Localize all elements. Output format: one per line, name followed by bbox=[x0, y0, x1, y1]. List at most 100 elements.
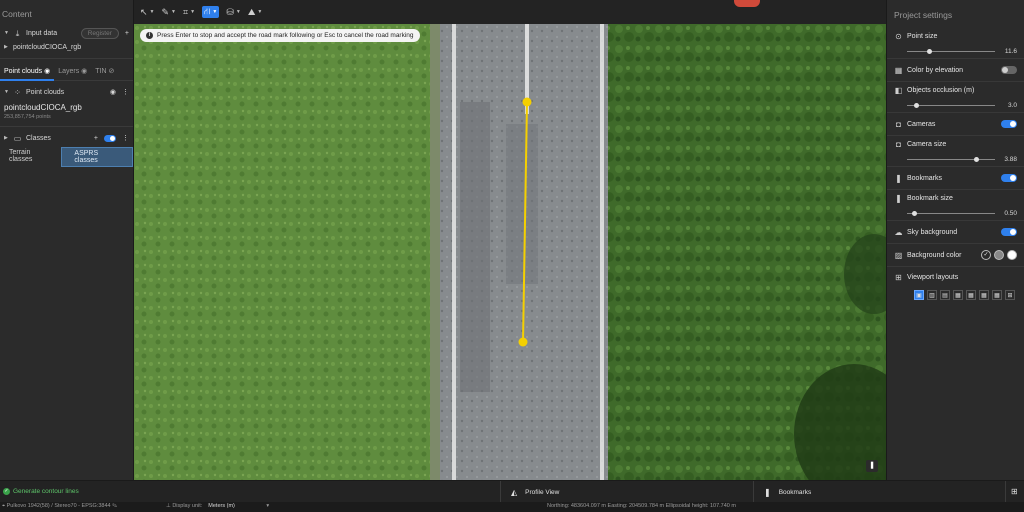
point-size-slider[interactable] bbox=[907, 48, 995, 54]
bookmarks-setting: ❚ Bookmarks bbox=[887, 167, 1024, 190]
layout-single[interactable]: ▣ bbox=[914, 290, 924, 300]
background-color-setting: ▨ Background color ✓ bbox=[887, 244, 1024, 267]
point-size-icon: ⊙ bbox=[895, 31, 902, 41]
ruler-icon: ⊥ bbox=[166, 503, 171, 509]
layout-three-top[interactable]: ▦ bbox=[953, 290, 963, 300]
more-icon[interactable]: ⋮ bbox=[122, 134, 129, 142]
bookmarks-button[interactable]: ❚ Bookmarks bbox=[754, 481, 1006, 503]
cursor-coordinates: Northing: 483604.097 m Easting: 204509.7… bbox=[547, 503, 736, 509]
input-data-row[interactable]: ▼ ⤓ Input data Register + bbox=[0, 26, 133, 40]
3d-viewport[interactable]: i Press Enter to stop and accept the roa… bbox=[134, 24, 886, 480]
bookmark-icon: ❚ bbox=[895, 173, 902, 183]
eye-icon[interactable]: ◉ bbox=[44, 68, 50, 75]
layout-split-vertical[interactable]: ▥ bbox=[927, 290, 937, 300]
bookmark-size-value: 0.50 bbox=[1004, 209, 1017, 217]
profile-view-button[interactable]: ◭ Profile View bbox=[500, 481, 754, 503]
dataset-item[interactable]: ▶ pointcloudCIOCA_rgb bbox=[0, 40, 133, 54]
point-clouds-header[interactable]: ▼ ⁘ Point clouds ◉ ⋮ bbox=[0, 85, 133, 99]
tab-point-clouds[interactable]: Point clouds ◉ bbox=[0, 63, 55, 81]
more-icon[interactable]: ⋮ bbox=[122, 88, 129, 96]
bookmarks-toggle[interactable] bbox=[1001, 174, 1017, 182]
volume-tool[interactable]: ⛁ ▼ bbox=[226, 7, 241, 18]
sky-background-toggle[interactable] bbox=[1001, 228, 1017, 236]
content-tabs: Point clouds ◉ Layers ◉ TIN ⊘ bbox=[0, 63, 133, 81]
folder-icon: ▭ bbox=[13, 133, 22, 143]
viewport-layouts-setting: ⊞ Viewport layouts ▣ ▥ ▤ ▦ ▦ ▦ ▦ ⊞ bbox=[887, 267, 1024, 306]
register-button[interactable]: Register bbox=[80, 27, 119, 39]
expand-arrow-icon[interactable]: ▶ bbox=[4, 44, 10, 50]
eye-off-icon[interactable]: ⊘ bbox=[109, 68, 115, 75]
crs-label[interactable]: ⌖ Pulkovo 1942(58) / Stereo70 - EPSG:384… bbox=[2, 503, 117, 510]
edit-icon: ✎ bbox=[112, 503, 118, 509]
status-bar: ⌖ Pulkovo 1942(58) / Stereo70 - EPSG:384… bbox=[0, 502, 1024, 512]
collapse-arrow-icon[interactable]: ▼ bbox=[4, 30, 10, 36]
occlusion-icon: ◧ bbox=[894, 85, 903, 95]
class-tabs: Terrain classes ASPRS classes bbox=[0, 145, 133, 167]
objects-occlusion-slider[interactable] bbox=[907, 102, 995, 108]
crop-tool[interactable]: ⌗ ▼ bbox=[183, 7, 195, 18]
layout-three-bottom[interactable]: ▦ bbox=[992, 290, 1002, 300]
terrain-classes-tab[interactable]: Terrain classes bbox=[4, 147, 57, 167]
expand-arrow-icon[interactable]: ▶ bbox=[4, 135, 10, 141]
display-unit[interactable]: ⊥ Display unit: Meters (m) ▾ bbox=[166, 503, 269, 509]
classes-label: Classes bbox=[26, 134, 51, 142]
app-window: Content ▼ ⤓ Input data Register + ▶ poin… bbox=[0, 0, 1024, 512]
project-settings-panel: Project settings ⊙ Point size 11.6 ▦ Color… bbox=[886, 0, 1024, 480]
tab-tin[interactable]: TIN ⊘ bbox=[91, 63, 118, 81]
cameras-toggle[interactable] bbox=[1001, 120, 1017, 128]
draw-tool[interactable]: ✎ ▼ bbox=[162, 7, 177, 18]
eye-icon[interactable]: ◉ bbox=[81, 68, 87, 75]
elevation-color-icon: ▦ bbox=[894, 65, 903, 75]
grid-icon[interactable]: ⊞ bbox=[1011, 487, 1020, 496]
layout-split-horizontal[interactable]: ▤ bbox=[940, 290, 950, 300]
classes-header[interactable]: ▶ ▭ Classes + ⋮ bbox=[0, 131, 133, 145]
bookmark-size-slider[interactable] bbox=[907, 210, 995, 216]
color-by-elevation-toggle[interactable] bbox=[1001, 66, 1017, 74]
layout-three-left[interactable]: ▦ bbox=[966, 290, 976, 300]
collapse-arrow-icon[interactable]: ▼ bbox=[4, 89, 10, 95]
tab-layers[interactable]: Layers ◉ bbox=[54, 63, 91, 81]
add-icon[interactable]: + bbox=[94, 135, 98, 142]
bookmark-size-setting: ❚ Bookmark size 0.50 bbox=[887, 190, 1024, 221]
bookmark-icon: ❚ bbox=[895, 193, 902, 203]
surface-tool[interactable]: ⛰ ▼ bbox=[248, 7, 263, 18]
gray-color-swatch[interactable] bbox=[994, 250, 1004, 260]
cameras-setting: ◘ Cameras bbox=[887, 113, 1024, 136]
sky-icon: ☁ bbox=[894, 227, 903, 237]
point-cloud-icon: ⁘ bbox=[14, 87, 21, 97]
road-marking-start-point bbox=[522, 97, 532, 107]
notification-tab[interactable] bbox=[734, 0, 760, 7]
select-tool[interactable]: ↖ ▼ bbox=[140, 7, 155, 18]
contour-status[interactable]: ✓ Generate contour lines bbox=[3, 488, 79, 495]
chevron-down-icon: ▾ bbox=[266, 503, 270, 509]
dataset-name: pointcloudCIOCA_rgb bbox=[13, 43, 82, 51]
classes-toggle[interactable] bbox=[104, 134, 116, 142]
check-icon: ✓ bbox=[3, 488, 10, 495]
white-color-swatch[interactable] bbox=[1007, 250, 1017, 260]
add-icon[interactable]: + bbox=[125, 30, 129, 37]
display-unit-select: Meters (m) bbox=[208, 503, 235, 509]
camera-size-slider[interactable] bbox=[907, 156, 995, 162]
camera-size-value: 3.88 bbox=[1004, 155, 1017, 163]
slider-thumb[interactable] bbox=[973, 156, 979, 162]
road-patch bbox=[460, 102, 490, 392]
layout-icon: ⊞ bbox=[895, 272, 902, 282]
point-cloud-item[interactable]: pointcloudCIOCA_rgb 253,857,754 points bbox=[0, 99, 133, 120]
road-marking-hint: i Press Enter to stop and accept the roa… bbox=[140, 29, 420, 42]
eye-icon[interactable]: ◉ bbox=[110, 88, 116, 96]
camera-size-setting: ◘ Camera size 3.88 bbox=[887, 136, 1024, 167]
road-marking-tool[interactable]: ⛙ ▼ bbox=[202, 6, 220, 18]
project-settings-title: Project settings bbox=[894, 10, 953, 20]
bookmark-icon[interactable]: ❚ bbox=[866, 460, 878, 472]
slider-thumb[interactable] bbox=[927, 48, 932, 54]
camera-icon: ◘ bbox=[896, 139, 901, 149]
slider-thumb[interactable] bbox=[913, 102, 919, 108]
slider-thumb[interactable] bbox=[912, 210, 918, 216]
terrain-icon: ⛰ bbox=[247, 6, 256, 17]
layout-quad[interactable]: ⊞ bbox=[1005, 290, 1015, 300]
asprs-classes-tab[interactable]: ASPRS classes bbox=[61, 147, 133, 167]
sky-background-setting: ☁ Sky background bbox=[887, 221, 1024, 244]
objects-occlusion-setting: ◧ Objects occlusion (m) 3.0 bbox=[887, 82, 1024, 113]
layout-three-right[interactable]: ▦ bbox=[979, 290, 989, 300]
color-picker-button[interactable]: ✓ bbox=[981, 250, 991, 260]
